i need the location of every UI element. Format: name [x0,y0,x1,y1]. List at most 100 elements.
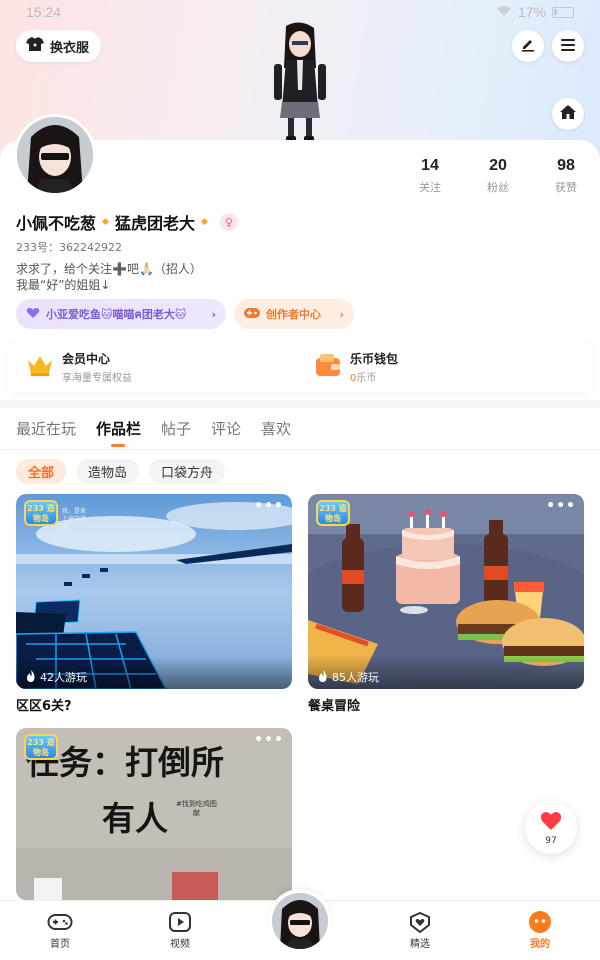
work-title[interactable]: 餐桌冒险 [308,695,584,714]
bio-line: 求求了，给个关注➕吧🙏🏻（招人） [16,262,202,276]
profile-nickname: 小佩不吃葱 [16,214,97,233]
stat-followers[interactable]: 20 粉丝 [464,157,532,195]
profile-name-row: 小佩不吃葱 ◆ 猛虎团老大 ◆ ♀ [16,210,238,234]
wallet-unit: 乐币 [356,373,377,384]
vip-card: 会员中心 享海量专属权益 乐币钱包 0乐币 [8,342,592,392]
gamepad-icon [244,307,260,322]
smile-face-icon [510,911,570,933]
profile-tabs: 最近在玩 作品栏 帖子 评论 喜欢 [0,408,600,450]
creation-island-logo: 233 造物岛 [316,500,350,526]
guild-chip-label: 小亚爱吃鱼🐱喵喵ฅ团老大🐱 [46,308,187,321]
nav-label: 首页 [50,939,70,950]
stat-value: 98 [557,157,575,174]
heart-badge-icon [390,911,450,933]
tab-comments[interactable]: 评论 [211,418,241,439]
work-title[interactable]: 区区6关? [16,695,292,714]
hamburger-icon [560,37,576,56]
tab-likes[interactable]: 喜欢 [261,418,291,439]
flame-icon [318,669,328,685]
home-button[interactable] [552,98,584,130]
tab-recent[interactable]: 最近在玩 [16,418,76,439]
more-options-icon[interactable]: ••• [254,732,284,748]
gamepad-icon [30,911,90,933]
more-options-icon[interactable]: ••• [254,498,284,514]
wallet-title: 乐币钱包 [350,352,399,366]
work-card[interactable]: 任务：打倒所 有人 #找到吃鸡图 献 233 造物岛 ••• [16,728,292,900]
tab-posts[interactable]: 帖子 [161,418,191,439]
change-outfit-label: 换衣服 [50,40,90,56]
character-avatar-figure[interactable] [262,20,338,144]
filter-creation-island[interactable]: 造物岛 [76,459,140,484]
sign-text: 我，是来 上来这里 时 [62,508,87,531]
member-center-subtitle: 享海量专属权益 [62,373,132,384]
play-count-text: 42人游玩 [40,671,87,684]
creation-island-logo: 233 造物岛 [24,734,58,760]
filter-all[interactable]: 全部 [16,459,67,484]
wallet-balance: 0乐币 [350,369,398,384]
cover-small-text: #找到吃鸡图 献 [176,800,217,817]
profile-bio: 求求了，给个关注➕吧🙏🏻（招人） 我最“好”的姐姐↓ [16,261,202,293]
female-icon: ♀ [219,213,238,231]
work-card[interactable]: 233 造物岛 ••• 85人游玩 餐桌冒险 [308,494,584,714]
video-icon [150,911,210,933]
creator-center-chip[interactable]: 创作者中心 › [234,299,354,329]
bio-line: 我最“好”的姐姐↓ [16,278,111,292]
menu-button[interactable] [552,30,584,62]
battery-text: 17% [517,4,546,20]
tab-works[interactable]: 作品栏 [96,418,141,439]
stat-label: 粉丝 [487,181,509,194]
heart-icon [540,811,562,835]
battery-icon [552,6,574,18]
crown-icon [26,352,54,382]
edit-profile-button[interactable] [512,30,544,62]
change-outfit-button[interactable]: 换衣服 [16,30,102,62]
flame-icon [26,669,36,685]
cover-text: 有人 [102,799,168,838]
heart-icon [26,307,40,322]
shirt-icon [26,36,44,56]
stat-following[interactable]: 14 关注 [396,157,464,195]
creation-island-logo: 233 造物岛 [24,500,58,526]
stat-label: 关注 [419,181,441,194]
like-count: 97 [545,835,557,846]
nav-featured[interactable]: 精选 [390,911,450,950]
work-thumbnail[interactable]: 我，是来 上来这里 时 233 造物岛 ••• 42人游玩 [16,494,292,689]
user-id[interactable]: 233号：362242922 [16,239,122,255]
filter-pocket-ark[interactable]: 口袋方舟 [149,459,226,484]
nav-avatar-button[interactable] [268,889,332,953]
chevron-right-icon: › [211,307,216,321]
nav-label: 视频 [170,939,190,950]
stat-value: 20 [489,157,507,174]
nav-avatar [272,893,328,949]
stat-value: 14 [421,157,439,174]
wallet-icon [314,352,342,382]
member-center-title: 会员中心 [62,352,111,366]
like-button[interactable]: 97 [525,802,577,854]
stat-label: 获赞 [555,181,577,194]
member-center-entry[interactable]: 会员中心 享海量专属权益 [26,350,132,384]
nav-video[interactable]: 视频 [150,911,210,950]
work-thumbnail[interactable]: 233 造物岛 ••• 85人游玩 [308,494,584,689]
profile-avatar[interactable] [14,114,96,196]
stat-likes[interactable]: 98 获赞 [532,157,600,195]
chevron-right-icon: › [339,307,344,321]
work-card[interactable]: 我，是来 上来这里 时 233 造物岛 ••• 42人游玩 区区6关? [16,494,292,714]
play-count: 42人游玩 [16,655,292,689]
nav-me[interactable]: 我的 [510,911,570,950]
nav-label: 精选 [410,939,430,950]
more-options-icon[interactable]: ••• [546,498,576,514]
status-time: 15:24 [26,4,62,20]
pencil-icon [520,36,536,56]
diamond-icon: ◆ [200,217,208,227]
profile-stats: 14 关注 20 粉丝 98 获赞 [396,157,600,195]
creator-center-label: 创作者中心 [266,308,321,321]
guild-chip[interactable]: 小亚爱吃鱼🐱喵喵ฅ团老大🐱 › [16,299,226,329]
work-thumbnail[interactable]: 任务：打倒所 有人 #找到吃鸡图 献 233 造物岛 ••• [16,728,292,900]
play-count-text: 85人游玩 [332,671,379,684]
works-filters: 全部 造物岛 口袋方舟 [16,459,226,484]
nav-home[interactable]: 首页 [30,911,90,950]
wifi-icon [496,4,512,20]
active-tab-indicator [111,444,125,447]
wallet-entry[interactable]: 乐币钱包 0乐币 [314,350,398,384]
play-count: 85人游玩 [308,655,584,689]
